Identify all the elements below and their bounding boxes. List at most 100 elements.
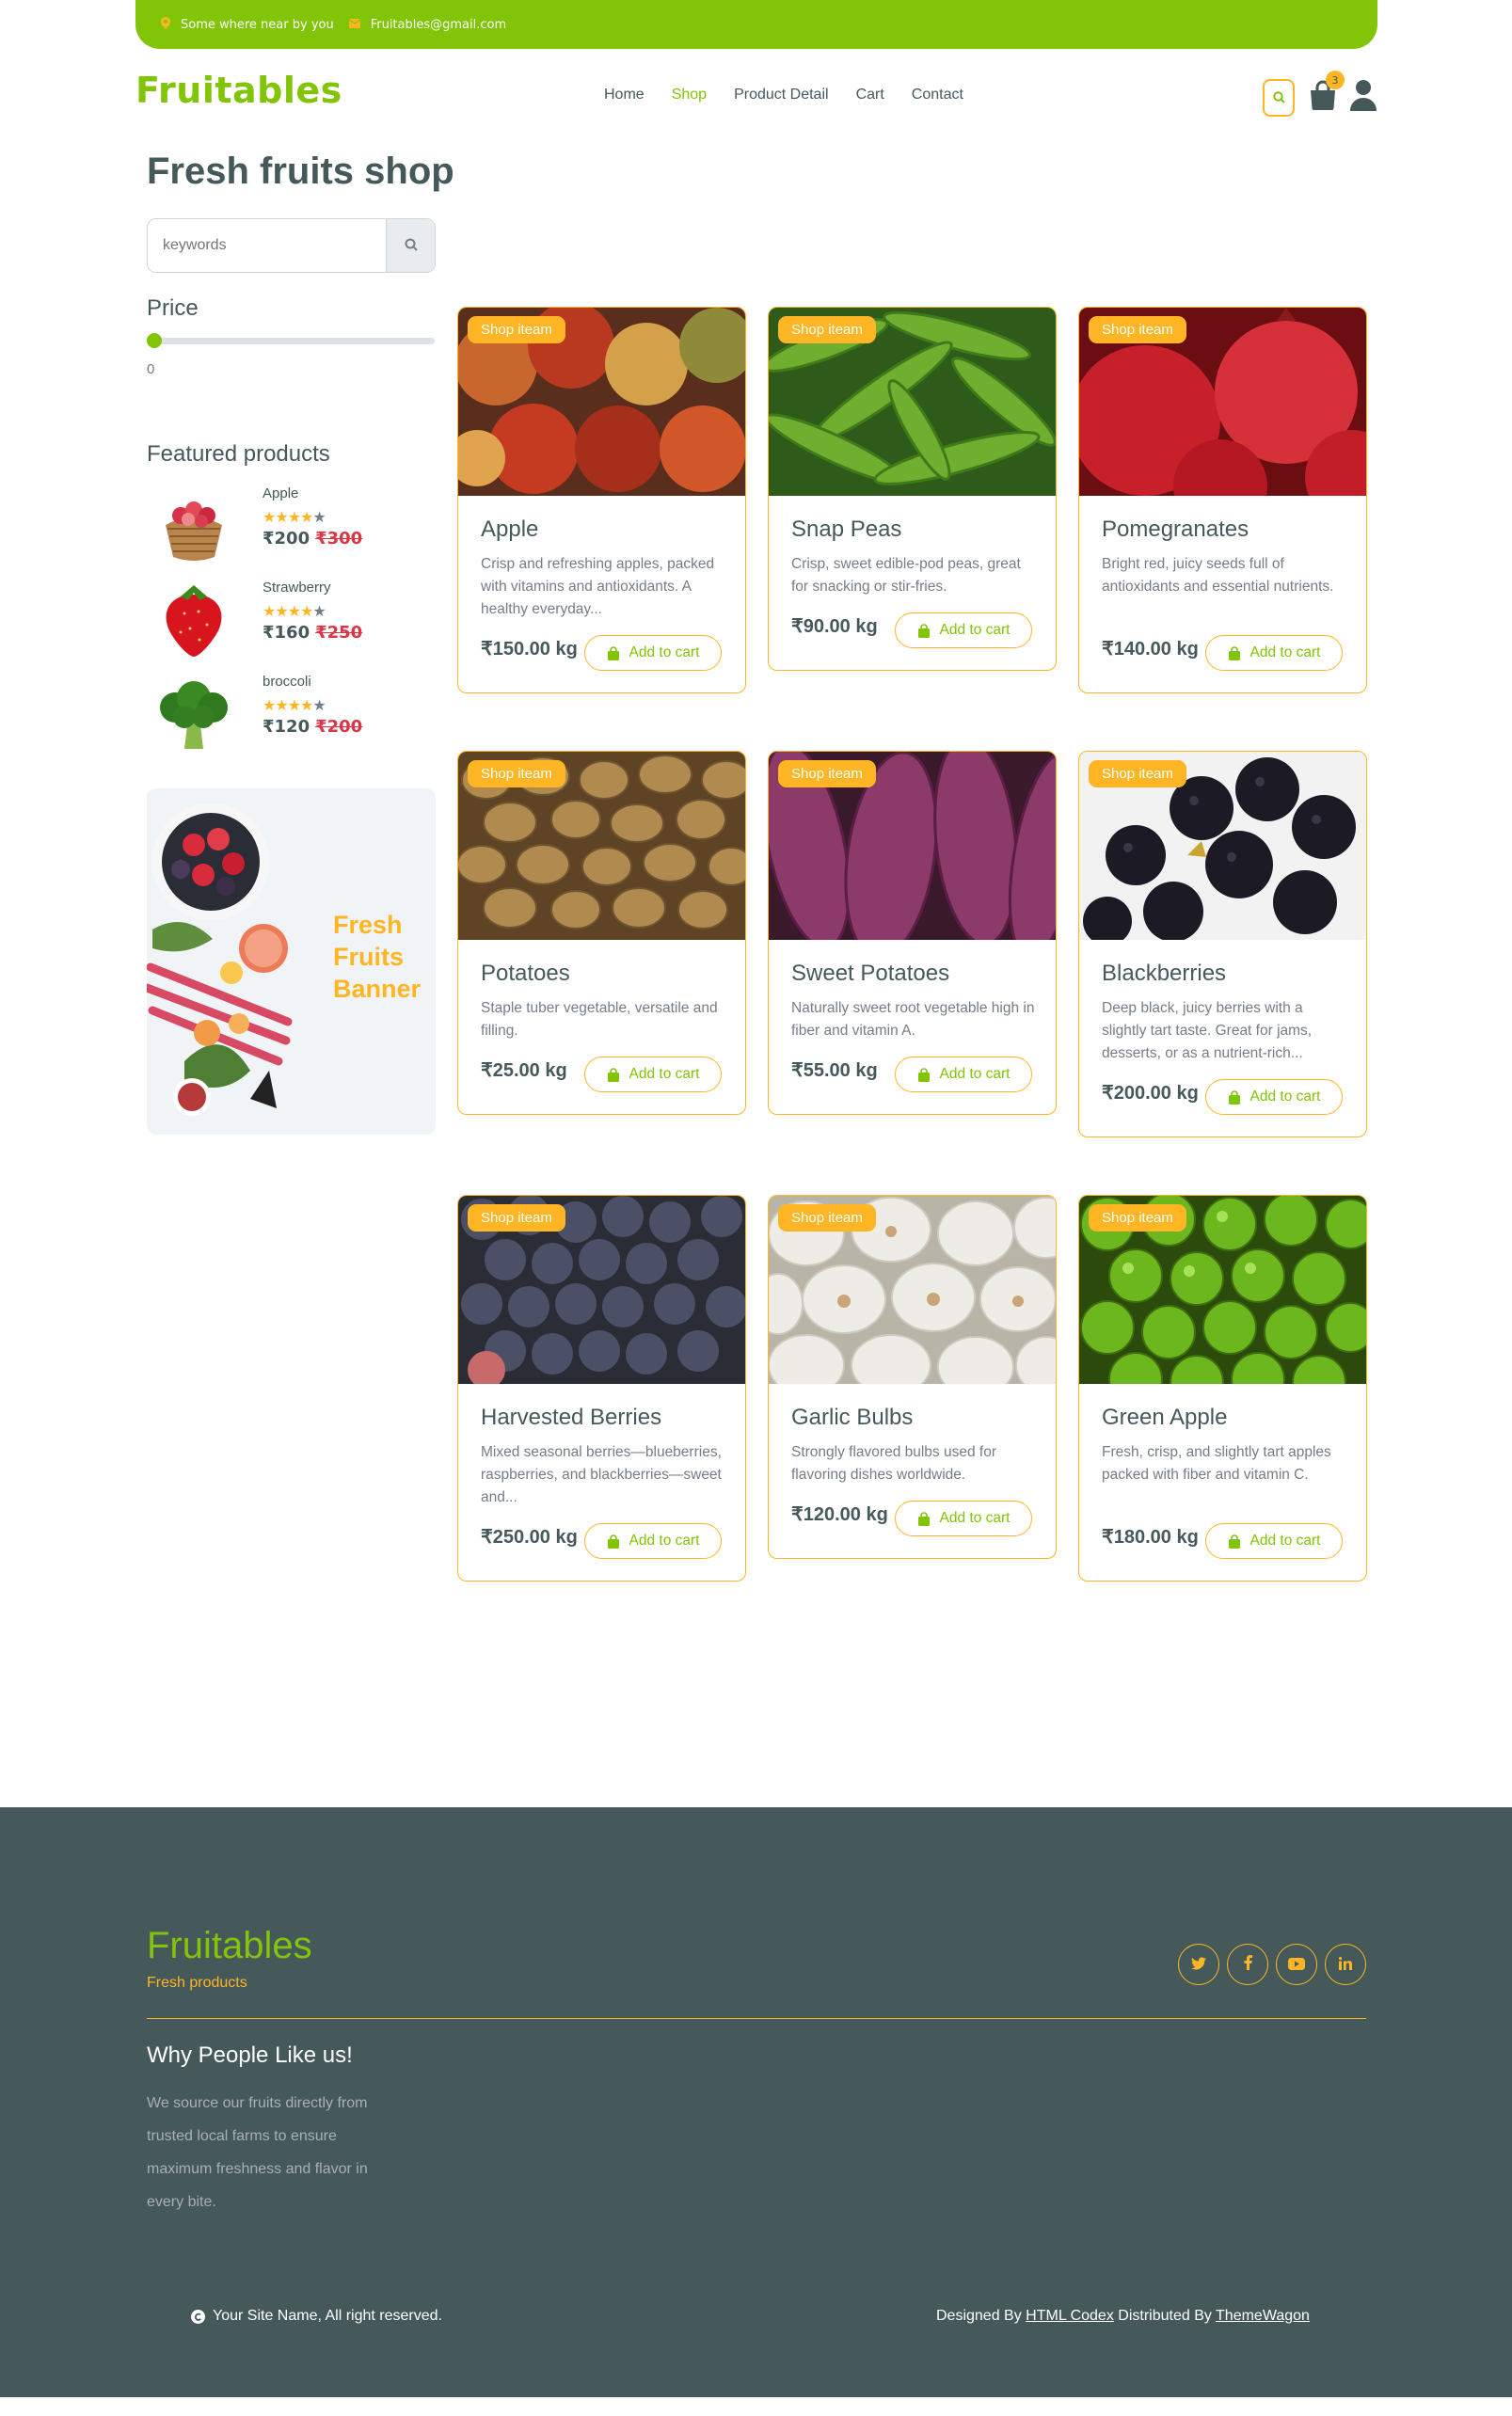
- product-badge: Shop iteam: [1089, 1204, 1186, 1232]
- topbar-location-text: Some where near by you: [181, 17, 334, 32]
- envelope-icon: [348, 18, 361, 31]
- nav-contact[interactable]: Contact: [912, 87, 963, 103]
- themewagon-link[interactable]: ThemeWagon: [1216, 2308, 1310, 2324]
- user-account-button[interactable]: [1349, 79, 1379, 113]
- topbar-email[interactable]: Fruitables@gmail.com: [348, 17, 507, 32]
- topbar: Some where near by you Fruitables@gmail.…: [135, 0, 1377, 49]
- featured-item-broccoli[interactable]: broccoli ★★★★★ ₹120 ₹200: [147, 670, 448, 755]
- add-to-cart-button[interactable]: Add to cart: [584, 1057, 722, 1092]
- footer-brand[interactable]: Fruitables: [147, 1925, 312, 1967]
- price-range-track[interactable]: [149, 338, 435, 344]
- price-range-handle[interactable]: [147, 333, 162, 348]
- star-rating: ★★★★★: [263, 602, 326, 620]
- product-title[interactable]: Harvested Berries: [481, 1405, 661, 1431]
- topbar-email-text: Fruitables@gmail.com: [370, 17, 507, 32]
- featured-thumb-strawberry: [147, 576, 241, 660]
- product-description: Naturally sweet root vegetable high in f…: [791, 1000, 1035, 1039]
- footer-tagline: Fresh products: [147, 1975, 247, 1991]
- product-card-harvested-berries[interactable]: Shop iteam Harvested Berries Mixed seaso…: [457, 1195, 746, 1582]
- shopping-bag-icon: [607, 1067, 620, 1082]
- product-card-potatoes[interactable]: Shop iteam Potatoes Staple tuber vegetab…: [457, 751, 746, 1115]
- nav-search-button[interactable]: [1263, 79, 1295, 117]
- nav-home[interactable]: Home: [604, 87, 645, 103]
- shopping-bag-icon: [917, 623, 931, 638]
- add-to-cart-button[interactable]: Add to cart: [584, 1523, 722, 1559]
- product-price: ₹250.00 kg: [481, 1527, 578, 1548]
- add-to-cart-button[interactable]: Add to cart: [895, 1057, 1032, 1092]
- shopping-bag-icon: [1228, 1089, 1241, 1105]
- topbar-location[interactable]: Some where near by you: [161, 17, 334, 32]
- price-range-value: 0: [147, 361, 155, 377]
- featured-old-price: ₹200: [315, 717, 363, 737]
- html-codex-link[interactable]: HTML Codex: [1026, 2308, 1114, 2324]
- product-description: Bright red, juicy seeds full of antioxid…: [1102, 556, 1334, 595]
- nav-shop[interactable]: Shop: [672, 87, 707, 103]
- brand-logo[interactable]: Fruitables: [135, 70, 342, 111]
- social-twitter-button[interactable]: [1178, 1944, 1219, 1985]
- shopping-bag-icon: [917, 1067, 931, 1082]
- product-card-apple[interactable]: Shop iteam Apple Crisp and refreshing ap…: [457, 307, 746, 693]
- featured-name: Strawberry: [263, 580, 331, 596]
- featured-thumb-broccoli: [147, 670, 241, 755]
- footer-why-text: We source our fruits directly from trust…: [147, 2095, 368, 2210]
- page-title: Fresh fruits shop: [147, 151, 454, 192]
- featured-item-strawberry[interactable]: Strawberry ★★★★★ ₹160 ₹250: [147, 576, 448, 660]
- shopping-bag-icon: [607, 645, 620, 660]
- search-input[interactable]: [148, 219, 386, 272]
- product-title[interactable]: Potatoes: [481, 961, 570, 987]
- add-to-cart-button[interactable]: Add to cart: [584, 635, 722, 671]
- copyright-icon: [191, 2309, 205, 2324]
- featured-item-apple[interactable]: Apple ★★★★★ ₹200 ₹300: [147, 482, 448, 566]
- product-description: Staple tuber vegetable, versatile and fi…: [481, 1000, 718, 1039]
- product-title[interactable]: Snap Peas: [791, 517, 901, 543]
- social-youtube-button[interactable]: [1276, 1944, 1317, 1985]
- page-bottom-strip: [0, 2397, 1512, 2416]
- product-price: ₹25.00 kg: [481, 1060, 567, 1081]
- shopping-bag-icon: [1228, 1534, 1241, 1549]
- product-card-blackberries[interactable]: Shop iteam Blackberries Deep black, juic…: [1078, 751, 1367, 1137]
- product-badge: Shop iteam: [468, 316, 565, 343]
- add-to-cart-button[interactable]: Add to cart: [1205, 1079, 1343, 1115]
- social-linkedin-button[interactable]: [1325, 1944, 1366, 1985]
- featured-old-price: ₹250: [315, 623, 363, 643]
- add-to-cart-button[interactable]: Add to cart: [1205, 1523, 1343, 1559]
- product-card-sweet-potatoes[interactable]: Shop iteam Sweet Potatoes Naturally swee…: [768, 751, 1057, 1115]
- add-to-cart-button[interactable]: Add to cart: [1205, 635, 1343, 671]
- product-card-garlic-bulbs[interactable]: Shop iteam Garlic Bulbs Strongly flavore…: [768, 1195, 1057, 1559]
- product-title[interactable]: Apple: [481, 517, 538, 543]
- add-to-cart-button[interactable]: Add to cart: [895, 1501, 1032, 1536]
- social-facebook-button[interactable]: [1227, 1944, 1268, 1985]
- add-to-cart-button[interactable]: Add to cart: [895, 612, 1032, 648]
- product-description: Crisp and refreshing apples, packed with…: [481, 556, 715, 617]
- product-badge: Shop iteam: [778, 1204, 876, 1232]
- product-badge: Shop iteam: [1089, 316, 1186, 343]
- product-price: ₹90.00 kg: [791, 616, 878, 637]
- footer-divider: [147, 2018, 1366, 2019]
- product-description: Crisp, sweet edible-pod peas, great for …: [791, 556, 1021, 595]
- nav-cart[interactable]: Cart: [856, 87, 884, 103]
- product-card-snap-peas[interactable]: Shop iteam Snap Peas Crisp, sweet edible…: [768, 307, 1057, 671]
- star-rating: ★★★★★: [263, 696, 326, 714]
- youtube-icon: [1288, 1956, 1305, 1974]
- search-submit-button[interactable]: [386, 219, 435, 272]
- shopping-bag-icon: [1309, 80, 1337, 115]
- product-price: ₹55.00 kg: [791, 1060, 878, 1081]
- banner-fruit-image: [147, 803, 293, 1116]
- product-price: ₹120.00 kg: [791, 1504, 888, 1525]
- product-title[interactable]: Pomegranates: [1102, 517, 1249, 543]
- product-badge: Shop iteam: [778, 760, 876, 787]
- product-title[interactable]: Sweet Potatoes: [791, 961, 949, 987]
- product-title[interactable]: Garlic Bulbs: [791, 1405, 913, 1431]
- promo-banner[interactable]: Fresh Fruits Banner: [147, 788, 436, 1135]
- product-card-green-apple[interactable]: Shop iteam Green Apple Fresh, crisp, and…: [1078, 1195, 1367, 1582]
- product-card-pomegranates[interactable]: Shop iteam Pomegranates Bright red, juic…: [1078, 307, 1367, 693]
- cart-count-badge: 3: [1326, 71, 1345, 89]
- featured-price: ₹160 ₹250: [263, 623, 363, 643]
- shop-search: [147, 218, 436, 273]
- price-heading: Price: [147, 295, 199, 321]
- featured-price: ₹120 ₹200: [263, 717, 363, 737]
- product-price: ₹180.00 kg: [1102, 1527, 1199, 1548]
- product-title[interactable]: Green Apple: [1102, 1405, 1227, 1431]
- product-title[interactable]: Blackberries: [1102, 961, 1226, 987]
- nav-product-detail[interactable]: Product Detail: [734, 87, 829, 103]
